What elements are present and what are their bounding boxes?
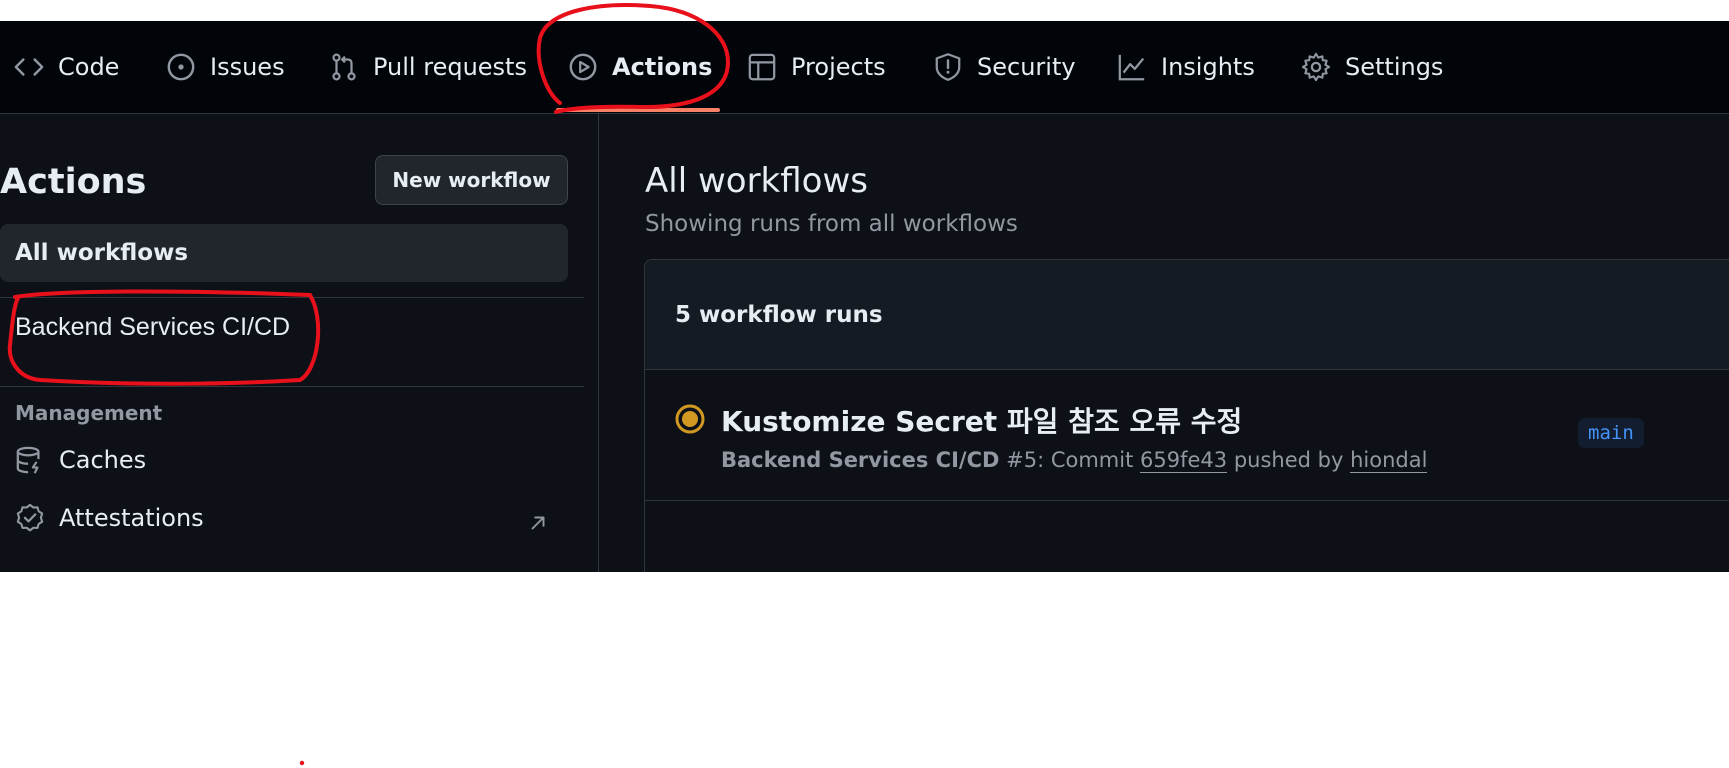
gear-icon: [1301, 52, 1331, 82]
tab-security-label: Security: [977, 53, 1076, 81]
page-title: All workflows: [645, 161, 868, 201]
tab-code-label: Code: [58, 53, 120, 81]
tab-issues-label: Issues: [210, 53, 285, 81]
tab-settings-label: Settings: [1345, 53, 1444, 81]
table-icon: [748, 53, 776, 81]
annotation-dot: [299, 760, 305, 766]
tab-actions[interactable]: Actions: [568, 49, 712, 85]
branch-badge[interactable]: main: [1578, 418, 1644, 448]
git-pull-request-icon: [332, 53, 356, 81]
play-icon: [569, 53, 597, 81]
github-actions-page: Code Issues Pull requests Actions Projec…: [0, 21, 1729, 572]
actor-link[interactable]: hiondal: [1350, 448, 1428, 473]
sidebar-item-all-workflows[interactable]: All workflows: [0, 224, 568, 282]
sidebar-item-caches-label: Caches: [59, 446, 147, 474]
workflow-runs-list: 5 workflow runs Kustomize Secret 파일 참조 오…: [644, 259, 1729, 572]
in-progress-status-icon: [675, 404, 705, 434]
tab-settings[interactable]: Settings: [1301, 49, 1443, 85]
issue-opened-icon: [167, 53, 195, 81]
workflow-run-row[interactable]: [645, 501, 1729, 551]
tab-actions-label: Actions: [612, 53, 713, 81]
verified-icon: [16, 503, 44, 532]
graph-icon: [1118, 54, 1145, 81]
tab-pull-requests-label: Pull requests: [373, 53, 527, 81]
run-title-link[interactable]: Kustomize Secret 파일 참조 오류 수정: [721, 400, 1242, 440]
tab-issues[interactable]: Issues: [166, 49, 285, 85]
page-subtitle: Showing runs from all workflows: [645, 211, 1018, 237]
tab-pull-requests[interactable]: Pull requests: [329, 49, 527, 85]
tab-insights-label: Insights: [1161, 53, 1255, 81]
tab-code[interactable]: Code: [14, 49, 119, 85]
sidebar-divider: [0, 386, 584, 387]
tab-projects-label: Projects: [791, 53, 886, 81]
run-meta: Backend Services CI/CD #5: Commit 659fe4…: [721, 448, 1428, 473]
new-workflow-button[interactable]: New workflow: [375, 155, 568, 205]
link-external-icon[interactable]: [527, 512, 549, 534]
workflow-run-row[interactable]: Kustomize Secret 파일 참조 오류 수정 Backend Ser…: [645, 370, 1729, 501]
tab-projects[interactable]: Projects: [747, 49, 886, 85]
sidebar-item-caches[interactable]: Caches: [15, 445, 146, 475]
sidebar-item-attestations-label: Attestations: [59, 504, 204, 532]
database-icon: [16, 446, 40, 474]
tab-security[interactable]: Security: [933, 49, 1076, 85]
sidebar-item-backend-services-ci-cd[interactable]: Backend Services CI/CD: [15, 313, 290, 342]
run-commit-prefix: : Commit: [1037, 448, 1134, 472]
run-workflow-name: Backend Services CI/CD: [721, 448, 1000, 472]
run-number: #5: [1006, 448, 1038, 472]
active-tab-underline: [556, 108, 720, 112]
commit-sha-link[interactable]: 659fe43: [1140, 448, 1228, 473]
code-icon: [14, 58, 44, 76]
sidebar-title: Actions: [0, 162, 147, 202]
shield-icon: [935, 53, 961, 81]
tab-insights[interactable]: Insights: [1117, 49, 1255, 85]
sidebar-border: [598, 114, 599, 572]
run-pushed-by-text: pushed by: [1233, 448, 1344, 472]
runs-count: 5 workflow runs: [675, 301, 883, 328]
repo-nav: Code Issues Pull requests Actions Projec…: [0, 21, 1729, 114]
management-heading: Management: [15, 401, 163, 425]
runs-count-header: 5 workflow runs: [645, 260, 1729, 370]
sidebar-divider: [0, 297, 584, 298]
sidebar-item-attestations[interactable]: Attestations: [15, 503, 204, 533]
